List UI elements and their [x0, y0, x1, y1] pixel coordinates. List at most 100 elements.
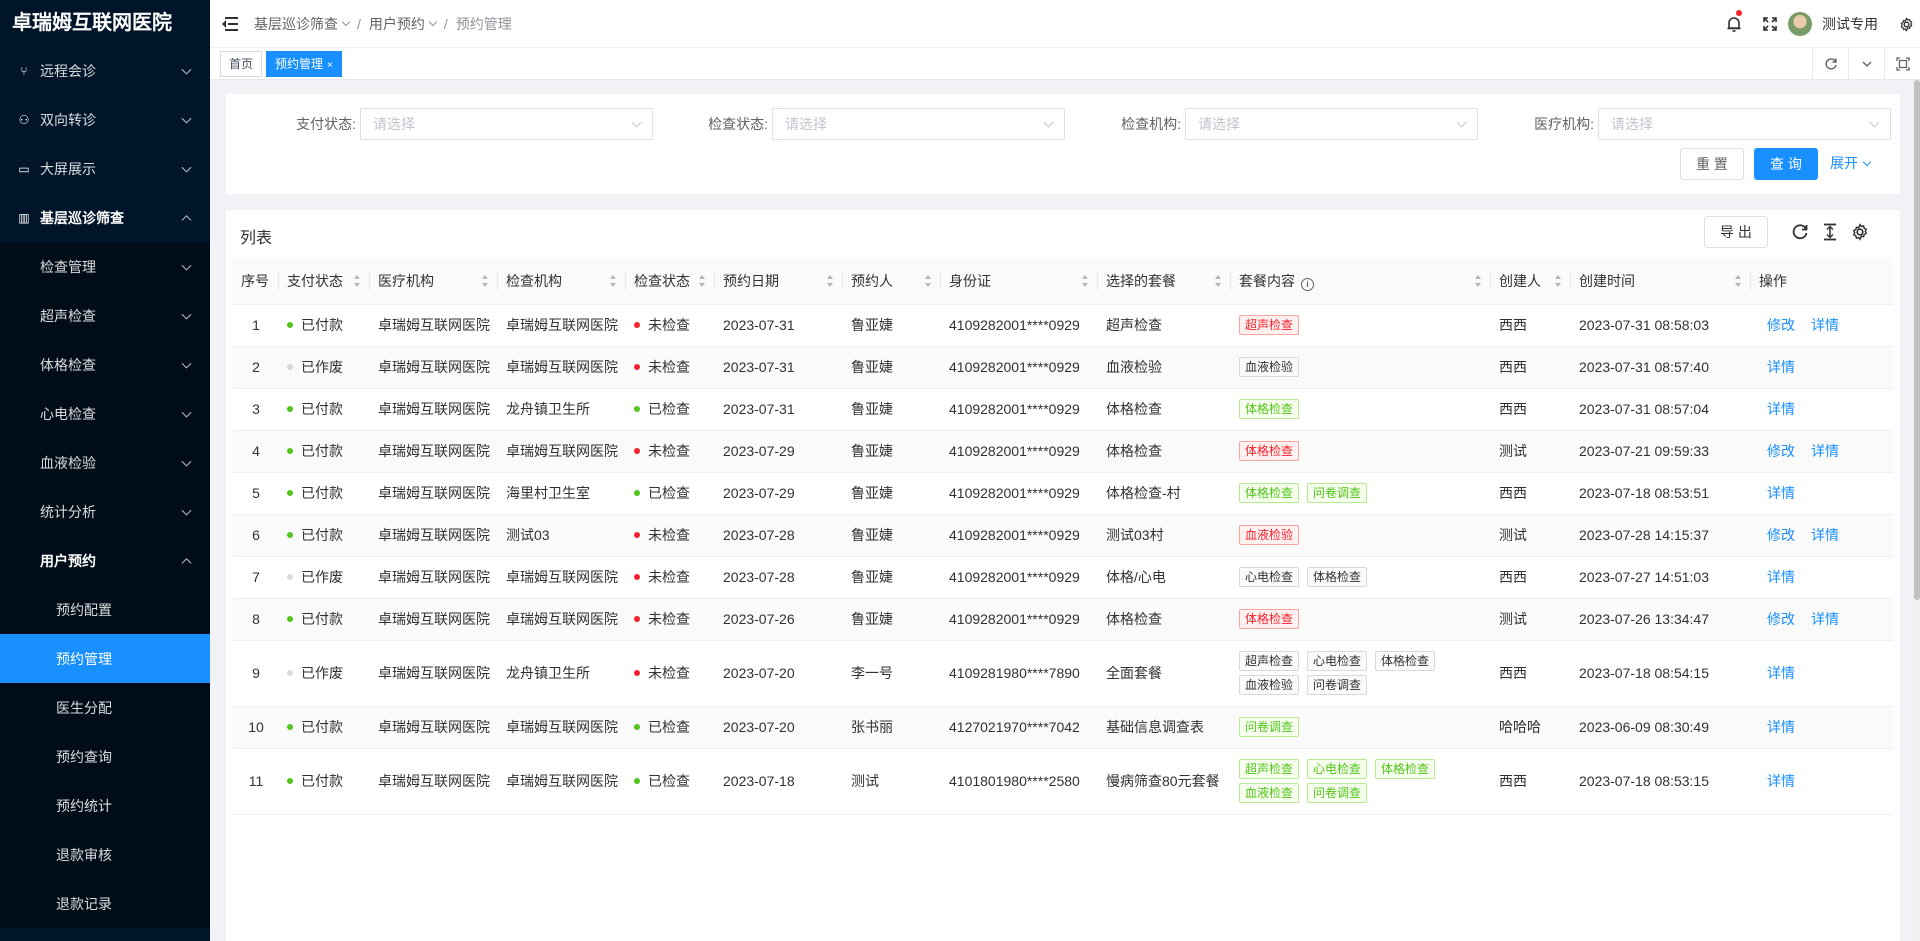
sidebar-item[interactable]: 统计分析 [0, 487, 210, 536]
chevron-down-icon[interactable] [1848, 48, 1884, 79]
sort-icon[interactable] [610, 275, 616, 287]
column-header[interactable]: 检查状态 [626, 258, 715, 305]
sidebar-item[interactable]: 预约管理 [0, 634, 210, 683]
menu-fold-icon[interactable] [222, 16, 238, 31]
column-header[interactable]: 身份证 [941, 258, 1098, 305]
sidebar-item[interactable]: 心电检查 [0, 389, 210, 438]
column-header[interactable]: 医疗机构 [370, 258, 498, 305]
sidebar-item[interactable]: 医生分配 [0, 683, 210, 732]
sidebar-item-label: 远程会诊 [40, 62, 96, 79]
appointment-date: 2023-07-18 [723, 773, 795, 789]
notification-bell-icon[interactable] [1716, 0, 1752, 48]
username[interactable]: 测试专用 [1822, 14, 1878, 34]
id-card: 4109282001****0929 [949, 401, 1080, 417]
detail-link[interactable]: 详情 [1811, 611, 1839, 627]
status-dot [634, 364, 640, 370]
column-header[interactable]: 创建时间 [1571, 258, 1751, 305]
pay-status: 已付款 [301, 443, 343, 459]
chevron-down-icon [181, 505, 192, 516]
column-header[interactable]: 预约日期 [715, 258, 843, 305]
column-header[interactable]: 检查机构 [498, 258, 626, 305]
scrollbar-thumb[interactable] [1914, 80, 1920, 600]
detail-link[interactable]: 详情 [1811, 527, 1839, 543]
sort-icon[interactable] [1735, 275, 1741, 287]
detail-link[interactable]: 详情 [1767, 359, 1795, 375]
detail-link[interactable]: 详情 [1767, 773, 1795, 789]
avatar[interactable] [1788, 12, 1812, 36]
creator: 西西 [1499, 485, 1527, 501]
sidebar-item[interactable]: 用户预约 [0, 536, 210, 585]
created-time: 2023-07-26 13:34:47 [1579, 611, 1709, 627]
page-scrollbar[interactable] [1914, 80, 1920, 941]
sort-icon[interactable] [1082, 275, 1088, 287]
sidebar-item[interactable]: 体格检查 [0, 340, 210, 389]
sidebar-item[interactable]: 退款审核 [0, 830, 210, 879]
sidebar-item[interactable]: 血液检验 [0, 438, 210, 487]
row-number: 8 [252, 611, 260, 627]
export-button[interactable]: 导 出 [1704, 216, 1768, 248]
sort-icon[interactable] [482, 275, 488, 287]
refresh-icon[interactable] [1786, 218, 1814, 246]
settings-gear-icon[interactable] [1892, 0, 1920, 48]
sidebar-item[interactable]: 预约统计 [0, 781, 210, 830]
medical-org-select[interactable]: 请选择 [1598, 108, 1891, 140]
sidebar-item[interactable]: 预约配置 [0, 585, 210, 634]
reset-button[interactable]: 重 置 [1680, 148, 1744, 180]
sort-icon[interactable] [1215, 275, 1221, 287]
column-header[interactable]: 套餐内容 i [1231, 258, 1491, 305]
edit-link[interactable]: 修改 [1767, 317, 1795, 333]
detail-link[interactable]: 详情 [1811, 317, 1839, 333]
sidebar-item[interactable]: ▥ 基层巡诊筛查 [0, 193, 210, 242]
edit-link[interactable]: 修改 [1767, 527, 1795, 543]
detail-link[interactable]: 详情 [1767, 719, 1795, 735]
breadcrumb-item[interactable]: 用户预约 [369, 14, 425, 34]
sort-icon[interactable] [925, 275, 931, 287]
edit-link[interactable]: 修改 [1767, 611, 1795, 627]
sort-icon[interactable] [354, 275, 360, 287]
sidebar-item[interactable]: 超声检查 [0, 291, 210, 340]
sort-icon[interactable] [1475, 275, 1481, 287]
sidebar-item[interactable]: 预约查询 [0, 732, 210, 781]
exam-status-select[interactable]: 请选择 [772, 108, 1065, 140]
detail-link[interactable]: 详情 [1767, 569, 1795, 585]
edit-link[interactable]: 修改 [1767, 443, 1795, 459]
tab-home[interactable]: 首页 [220, 50, 263, 77]
sidebar-item[interactable]: ⚇ 双向转诊 [0, 95, 210, 144]
row-number: 1 [252, 317, 260, 333]
sort-icon[interactable] [827, 275, 833, 287]
fullscreen-icon[interactable] [1752, 0, 1788, 48]
tab-appointment-management[interactable]: 预约管理 × [266, 50, 342, 77]
package-tag: 体格检查 [1239, 609, 1300, 629]
tab-close-icon[interactable]: × [327, 60, 333, 71]
detail-link[interactable]: 详情 [1767, 665, 1795, 681]
query-button[interactable]: 查 询 [1754, 148, 1818, 180]
settings-gear-icon[interactable] [1846, 218, 1874, 246]
column-header[interactable]: 支付状态 [279, 258, 370, 305]
sidebar-item[interactable]: 检查管理 [0, 242, 210, 291]
package-name: 体格检查 [1106, 611, 1162, 627]
exam-status: 未检查 [648, 317, 690, 333]
medical-org: 卓瑞姆互联网医院 [378, 527, 490, 543]
expand-button[interactable]: 展开 [1830, 148, 1890, 180]
column-header[interactable]: 选择的套餐 [1098, 258, 1231, 305]
tabs-bar: 首页 预约管理 × [210, 48, 1920, 80]
pay-status-select[interactable]: 请选择 [360, 108, 653, 140]
column-height-icon[interactable] [1816, 218, 1844, 246]
column-header[interactable]: 创建人 [1491, 258, 1571, 305]
column-header[interactable]: 预约人 [843, 258, 941, 305]
refresh-icon[interactable] [1812, 48, 1848, 79]
creator: 西西 [1499, 359, 1527, 375]
sidebar-item[interactable]: ▭ 大屏展示 [0, 144, 210, 193]
expand-view-icon[interactable] [1884, 48, 1920, 79]
breadcrumb-item[interactable]: 基层巡诊筛查 [254, 14, 338, 34]
sidebar-item[interactable]: 退款记录 [0, 879, 210, 928]
info-icon[interactable]: i [1301, 277, 1314, 291]
detail-link[interactable]: 详情 [1767, 485, 1795, 501]
sort-icon[interactable] [1555, 275, 1561, 287]
detail-link[interactable]: 详情 [1811, 443, 1839, 459]
exam-org-select[interactable]: 请选择 [1185, 108, 1478, 140]
medical-org: 卓瑞姆互联网医院 [378, 317, 490, 333]
detail-link[interactable]: 详情 [1767, 401, 1795, 417]
sidebar-item[interactable]: ⑂ 远程会诊 [0, 46, 210, 95]
sort-icon[interactable] [699, 275, 705, 287]
